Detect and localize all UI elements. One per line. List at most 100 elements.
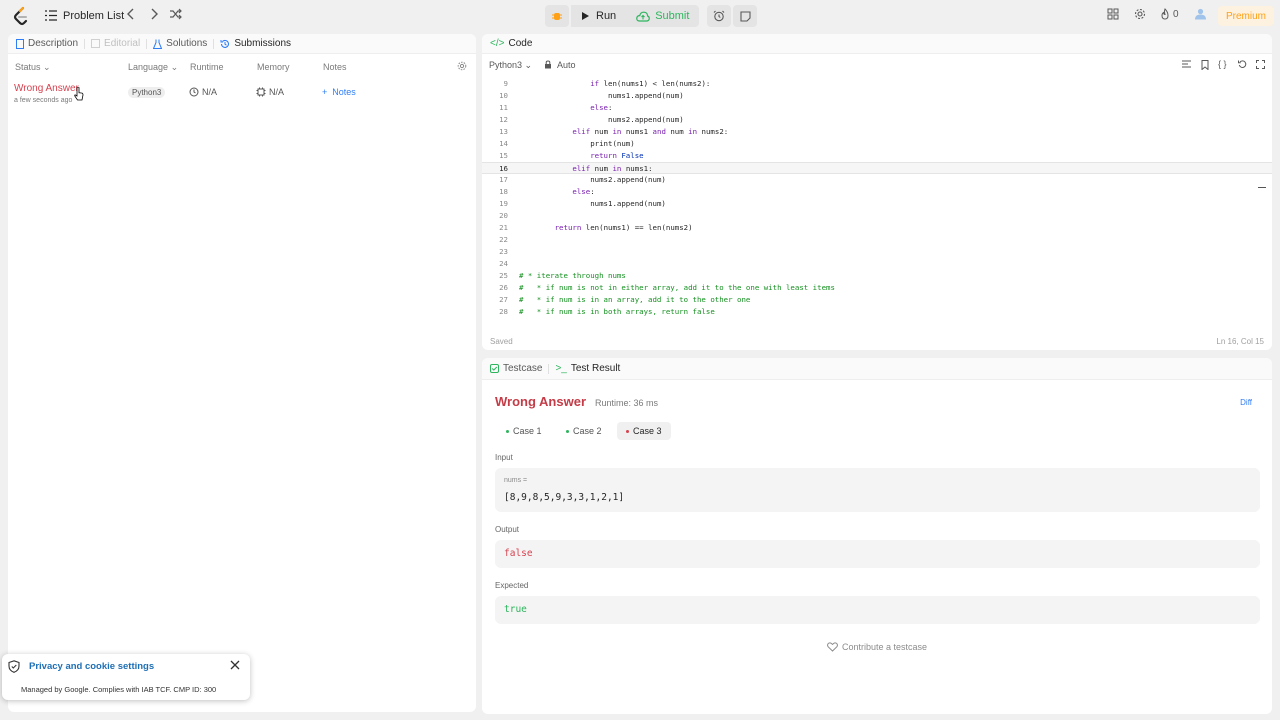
tab-submissions[interactable]: Submissions <box>220 38 291 49</box>
next-problem-chevron-right-icon[interactable] <box>149 8 159 20</box>
curly-braces-icon[interactable]: { } <box>1218 59 1227 69</box>
code-line[interactable]: 25 # * iterate through nums <box>482 270 1272 282</box>
code-line[interactable]: 11 else: <box>482 102 1272 114</box>
leetcode-logo-icon[interactable] <box>12 6 30 26</box>
code-line[interactable]: 17 nums2.append(num) <box>482 174 1272 186</box>
notes-button[interactable] <box>733 5 758 27</box>
code-line[interactable]: 27 # * if num is in an array, add it to t… <box>482 294 1272 306</box>
tab-test-result[interactable]: >_ Test Result <box>555 363 620 374</box>
column-settings-gear-icon[interactable] <box>457 61 467 73</box>
code-text: return len(nums1) == len(nums2) <box>554 223 693 232</box>
memory-value-text: N/A <box>269 87 285 97</box>
settings-gear-icon[interactable] <box>1134 8 1146 23</box>
run-button[interactable]: Run <box>571 5 627 27</box>
code-line[interactable]: 9 if len(nums1) < len(nums2): <box>482 78 1272 90</box>
code-line[interactable]: 23 <box>482 246 1272 258</box>
case-2-label: Case 2 <box>573 426 602 436</box>
avatar[interactable] <box>1194 8 1207 23</box>
line-number: 11 <box>499 103 508 112</box>
run-label: Run <box>596 10 617 22</box>
shuffle-icon[interactable] <box>169 8 182 20</box>
case-tab-2[interactable]: Case 2 <box>557 422 611 440</box>
case-fail-dot <box>626 429 629 433</box>
diff-toggle[interactable]: Diff <box>1240 398 1252 407</box>
top-bar: Problem List Run Submit 0 Premium <box>0 0 1280 32</box>
tab-submissions-label: Submissions <box>234 38 292 49</box>
input-box: nums = [8,9,8,5,9,3,3,1,2,1] <box>495 468 1260 512</box>
submit-button[interactable]: Submit <box>626 5 700 27</box>
line-number: 25 <box>499 271 508 280</box>
tab-description[interactable]: Description <box>16 38 78 49</box>
code-line[interactable]: 22 <box>482 234 1272 246</box>
result-panel: Testcase >_ Test Result Wrong Answer Run… <box>482 358 1272 714</box>
debugger-button[interactable] <box>545 5 569 27</box>
tab-separator <box>213 38 215 49</box>
code-line[interactable]: 18 else: <box>482 186 1272 198</box>
code-line[interactable]: 10 nums1.append(num) <box>482 90 1272 102</box>
line-number: 27 <box>499 295 508 304</box>
editor-scrollbar-marker <box>1258 187 1266 188</box>
code-editor[interactable]: 9 if len(nums1) < len(nums2): 10 nums1.ap… <box>482 78 1272 322</box>
code-line[interactable]: 21 return len(nums1) == len(nums2) <box>482 222 1272 234</box>
expected-box: true <box>495 596 1260 624</box>
line-number: 14 <box>499 139 508 148</box>
tab-editorial[interactable]: Editorial <box>91 38 140 49</box>
language-select[interactable]: Python3 ⌄ <box>489 60 532 71</box>
runtime-value-text: N/A <box>202 87 218 97</box>
timer-button[interactable] <box>707 5 732 27</box>
case-tab-3[interactable]: Case 3 <box>617 422 671 440</box>
streak-counter[interactable]: 0 <box>1160 8 1179 20</box>
line-number: 24 <box>499 259 508 268</box>
cookie-settings-link[interactable]: Privacy and cookie settings <box>29 661 154 672</box>
line-number: 22 <box>499 235 508 244</box>
code-line[interactable]: 12 nums2.append(num) <box>482 114 1272 126</box>
problem-list-icon[interactable] <box>45 10 57 21</box>
input-value: [8,9,8,5,9,3,3,1,2,1] <box>504 492 625 503</box>
case-3-label: Case 3 <box>633 426 662 436</box>
line-number: 26 <box>499 283 508 292</box>
code-line[interactable]: 14 print(num) <box>482 138 1272 150</box>
contribute-testcase-button[interactable]: Contribute a testcase <box>827 642 927 652</box>
code-line[interactable]: 19 nums1.append(num) <box>482 198 1272 210</box>
heart-icon <box>827 642 838 652</box>
language-column-header[interactable]: Language ⌄ <box>128 62 178 73</box>
chip-icon <box>256 87 266 97</box>
close-icon[interactable] <box>230 659 240 673</box>
memory-column-header: Memory <box>257 62 290 72</box>
problem-list-button[interactable]: Problem List <box>63 10 124 22</box>
code-line[interactable]: 26 # * if num is not in either array, add… <box>482 282 1272 294</box>
case-pass-dot <box>506 429 509 433</box>
line-number: 18 <box>499 187 508 196</box>
cursor-position: Ln 16, Col 15 <box>1216 337 1264 346</box>
code-footer: Saved Ln 16, Col 15 <box>490 337 1264 346</box>
prev-problem-chevron-left-icon[interactable] <box>126 8 136 20</box>
flame-icon <box>1161 8 1169 20</box>
code-line[interactable]: 24 <box>482 258 1272 270</box>
tab-solutions[interactable]: Solutions <box>153 38 207 49</box>
case-tab-1[interactable]: Case 1 <box>497 422 551 440</box>
expand-icon[interactable] <box>1256 60 1265 71</box>
mouse-pointer-icon <box>74 86 84 104</box>
cookie-banner: Privacy and cookie settings Managed by G… <box>2 654 250 700</box>
add-notes-button[interactable]: + Notes <box>322 87 356 97</box>
runtime-column-header: Runtime <box>190 62 224 72</box>
code-line[interactable]: 13 elif num in nums1 and num in nums2: <box>482 126 1272 138</box>
code-line[interactable]: 20 <box>482 210 1272 222</box>
tab-code[interactable]: </> Code <box>490 38 532 49</box>
reset-icon[interactable] <box>1238 60 1247 71</box>
submission-status-link[interactable]: Wrong Answer <box>14 83 79 94</box>
note-icon <box>740 10 751 22</box>
left-tab-bar: Description Editorial Solutions Submissi… <box>8 34 476 54</box>
code-text: nums1.append(num) <box>519 91 684 100</box>
code-line[interactable]: 28 # * if num is in both arrays, return f… <box>482 306 1272 318</box>
code-line[interactable]: 15 return False <box>482 150 1272 162</box>
auto-mode-toggle[interactable]: Auto <box>557 60 576 70</box>
format-icon[interactable] <box>1182 60 1191 71</box>
status-column-header[interactable]: Status ⌄ <box>15 62 51 73</box>
premium-button[interactable]: Premium <box>1218 6 1275 26</box>
layout-grid-icon[interactable] <box>1107 8 1119 23</box>
tab-testcase[interactable]: Testcase <box>490 363 542 374</box>
code-line[interactable]: 16 elif num in nums1: <box>482 162 1272 174</box>
bookmark-icon[interactable] <box>1201 60 1209 72</box>
result-status: Wrong Answer <box>495 394 587 409</box>
